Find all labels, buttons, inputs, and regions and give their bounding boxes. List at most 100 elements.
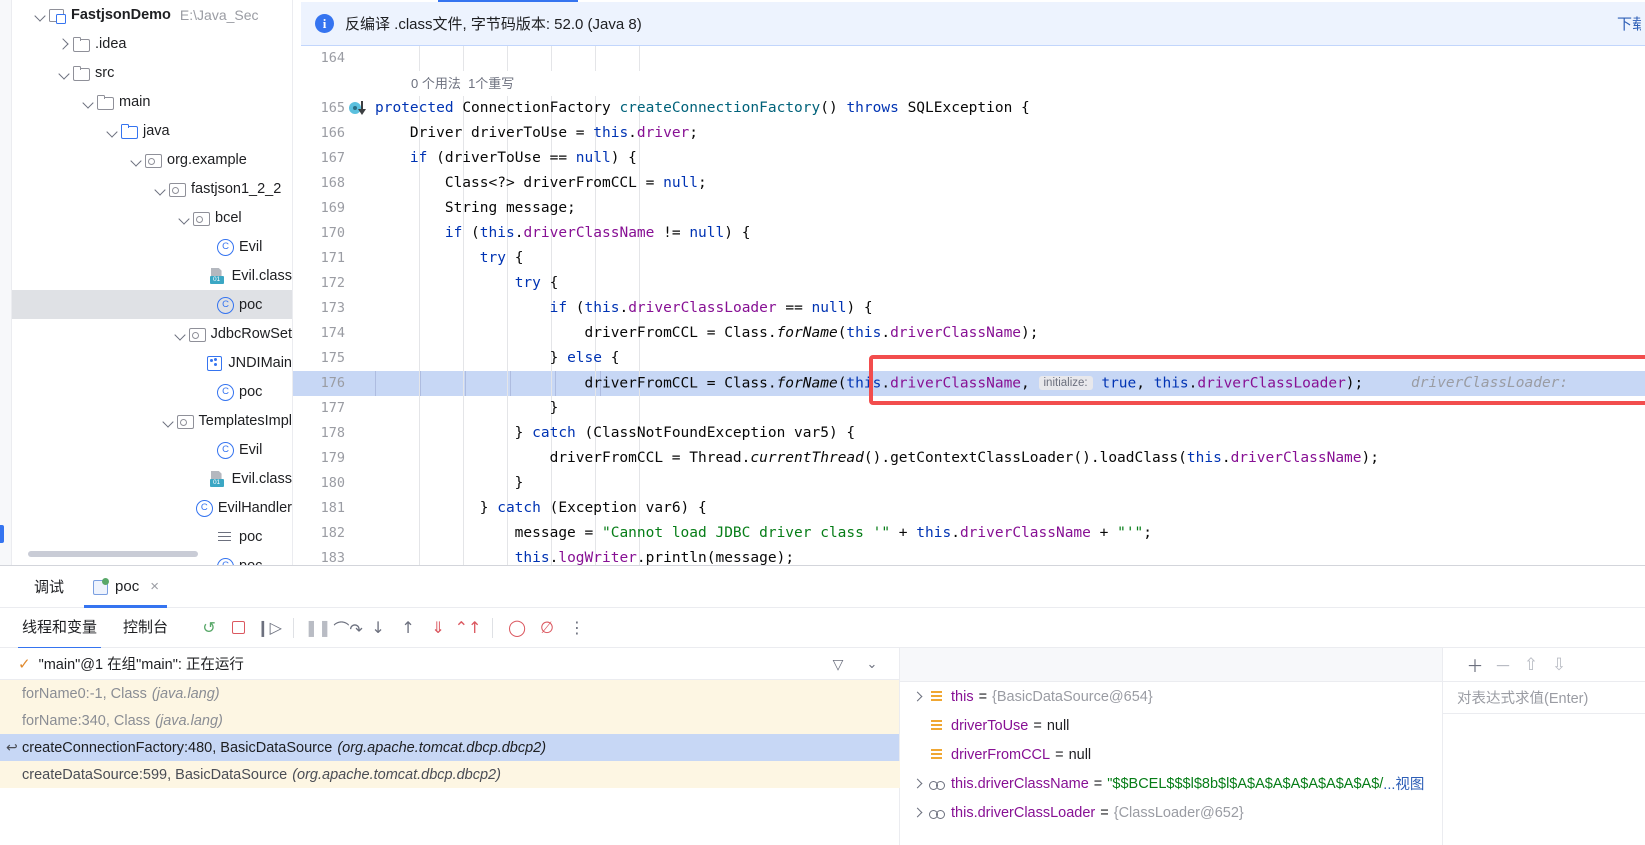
chevron-down-icon[interactable]: [128, 152, 144, 168]
chevron-down-icon[interactable]: [160, 413, 176, 429]
add-watch-icon[interactable]: ＋: [1461, 651, 1489, 679]
code-editor[interactable]: 164 0 个用法 1个重写 165 protected ConnectionFact…: [293, 46, 1645, 565]
view-value-link[interactable]: ...视图: [1383, 773, 1424, 794]
project-tree-panel[interactable]: FastjsonDemo E:\Java_Sec .idea src main java o…: [12, 0, 293, 565]
code-line[interactable]: 165 protected ConnectionFactory createCon…: [293, 96, 1645, 121]
tree-row[interactable]: src: [12, 58, 292, 87]
chevron-down-icon[interactable]: [32, 7, 48, 23]
code-line[interactable]: 174 driverFromCCL = Class.forName(this.d…: [293, 321, 1645, 346]
code-line[interactable]: 181 } catch (Exception var6) {: [293, 496, 1645, 521]
run-to-cursor-icon[interactable]: ⌃↑: [455, 615, 482, 641]
evaluate-expression-input[interactable]: 对表达式求值(Enter): [1443, 682, 1645, 714]
tree-row[interactable]: fastjson1_2_2: [12, 174, 292, 203]
code-line[interactable]: 166 Driver driverToUse = this.driver;: [293, 121, 1645, 146]
remove-watch-icon[interactable]: －: [1489, 651, 1517, 679]
subtab-threads-and-variables[interactable]: 线程和变量: [17, 616, 102, 650]
tree-row[interactable]: FastjsonDemo E:\Java_Sec: [12, 0, 292, 29]
stack-frame-method: forName0:-1, Class: [22, 685, 147, 702]
tree-row[interactable]: java: [12, 116, 292, 145]
step-out-icon[interactable]: ↑: [395, 615, 421, 641]
tree-row[interactable]: Evil: [12, 435, 292, 464]
code-line[interactable]: 176 driverFromCCL = Class.forName(this.d…: [293, 371, 1645, 396]
code-line[interactable]: 179 driverFromCCL = Thread.currentThread…: [293, 446, 1645, 471]
chevron-down-icon[interactable]: [56, 65, 72, 81]
download-sources-link[interactable]: 下载: [1617, 13, 1641, 34]
code-line[interactable]: 177 }: [293, 396, 1645, 421]
tree-row[interactable]: poc: [12, 522, 292, 551]
rerun-icon[interactable]: ↺: [196, 615, 222, 641]
tree-row[interactable]: org.example: [12, 145, 292, 174]
code-line[interactable]: 178 } catch (ClassNotFoundException var5…: [293, 421, 1645, 446]
force-step-into-icon[interactable]: ⇓: [425, 615, 451, 641]
code-line[interactable]: 183 this.logWriter.println(message);: [293, 546, 1645, 565]
close-icon[interactable]: ×: [150, 579, 159, 594]
resume-icon[interactable]: ❙▷: [256, 615, 282, 641]
code-line[interactable]: 167 if (driverToUse == null) {: [293, 146, 1645, 171]
chevron-right-icon[interactable]: [56, 36, 72, 52]
move-watch-up-icon[interactable]: ⇧: [1517, 651, 1545, 679]
code-line[interactable]: 171 try {: [293, 246, 1645, 271]
line-number: 183: [320, 550, 345, 565]
code-line-text: try {: [479, 250, 524, 266]
tree-row[interactable]: JNDIMain: [12, 348, 292, 377]
tree-row[interactable]: .idea: [12, 29, 292, 58]
tree-row[interactable]: main: [12, 87, 292, 116]
usage-hint-text[interactable]: 0 个用法 1个重写: [411, 71, 514, 96]
tab-debug[interactable]: 调试: [20, 566, 78, 608]
thread-row[interactable]: ✓ "main"@1 在组"main": 正在运行 ⌄: [0, 648, 899, 680]
stack-frame-row[interactable]: forName:340, Class (java.lang): [0, 707, 899, 734]
breakpoint-gutter-icons[interactable]: [349, 101, 373, 117]
code-line[interactable]: 173 if (this.driverClassLoader == null) …: [293, 296, 1645, 321]
subtab-console[interactable]: 控制台: [123, 616, 168, 639]
return-arrow-icon: ↩: [6, 739, 18, 755]
project-tree-horizontal-scrollbar[interactable]: [28, 551, 198, 557]
chevron-down-icon[interactable]: [176, 210, 192, 226]
override-arrow-icon[interactable]: [358, 101, 366, 115]
chevron-down-icon[interactable]: [104, 123, 120, 139]
code-line[interactable]: 172 try {: [293, 271, 1645, 296]
more-options-icon[interactable]: ⋮: [564, 615, 590, 641]
tree-row[interactable]: poc: [12, 377, 292, 406]
tree-row[interactable]: TemplatesImpl: [12, 406, 292, 435]
code-line[interactable]: 169 String message;: [293, 196, 1645, 221]
tree-row[interactable]: poc: [12, 290, 292, 319]
code-line[interactable]: 164: [293, 46, 1645, 71]
step-into-icon[interactable]: ↓: [365, 615, 391, 641]
debug-toolbar: 线程和变量 控制台 ↺ ❙▷ ❚❚ ⌒↷ ↓ ↑ ⇓ ⌃↑ ◯ ∅ ⋮: [0, 608, 1645, 650]
chevron-down-icon[interactable]: [172, 326, 188, 342]
chevron-down-icon[interactable]: [80, 94, 96, 110]
pause-icon[interactable]: ❚❚: [305, 615, 332, 641]
tree-row[interactable]: bcel: [12, 203, 292, 232]
chevron-right-icon[interactable]: [910, 776, 926, 792]
code-line[interactable]: 170 if (this.driverClassName != null) {: [293, 221, 1645, 246]
watches-panel[interactable]: ＋ － ⇧ ⇩ 对表达式求值(Enter): [1442, 648, 1645, 845]
tree-row[interactable]: JdbcRowSet: [12, 319, 292, 348]
code-line[interactable]: 168 Class<?> driverFromCCL = null;: [293, 171, 1645, 196]
code-line[interactable]: 182 message = "Cannot load JDBC driver c…: [293, 521, 1645, 546]
chevron-right-icon[interactable]: [910, 805, 926, 821]
tree-row[interactable]: Evil.class: [12, 261, 292, 290]
code-line[interactable]: 180 }: [293, 471, 1645, 496]
tab-session-poc[interactable]: poc ×: [78, 566, 173, 608]
thread-label: "main"@1 在组"main": 正在运行: [38, 657, 244, 673]
frames-panel[interactable]: ✓ "main"@1 在组"main": 正在运行 ⌄ forName0:-1,…: [0, 648, 1645, 845]
tree-row[interactable]: Evil.class: [12, 464, 292, 493]
code-line[interactable]: 175 } else {: [293, 346, 1645, 371]
code-vision-hint-row[interactable]: 0 个用法 1个重写: [293, 71, 1645, 96]
tree-row[interactable]: Evil: [12, 232, 292, 261]
chevron-right-icon[interactable]: [910, 689, 926, 705]
stack-frame-row[interactable]: forName0:-1, Class (java.lang): [0, 680, 899, 707]
tree-row[interactable]: EvilHandler: [12, 493, 292, 522]
chevron-down-icon[interactable]: ⌄: [863, 655, 881, 673]
field-icon: [928, 776, 946, 792]
variable-value: {ClassLoader@652}: [1113, 804, 1244, 821]
code-line-text: if (this.driverClassLoader == null) {: [549, 300, 873, 316]
filter-icon[interactable]: [829, 655, 847, 673]
stack-frame-row[interactable]: ↩ createConnectionFactory:480, BasicDataS…: [0, 734, 899, 761]
move-watch-down-icon[interactable]: ⇩: [1545, 651, 1573, 679]
chevron-down-icon[interactable]: [152, 181, 168, 197]
step-over-icon[interactable]: ⌒↷: [333, 615, 362, 641]
view-breakpoints-icon[interactable]: ◯: [504, 615, 530, 641]
mute-breakpoints-icon[interactable]: ∅: [534, 615, 560, 641]
stop-icon[interactable]: [226, 615, 252, 641]
